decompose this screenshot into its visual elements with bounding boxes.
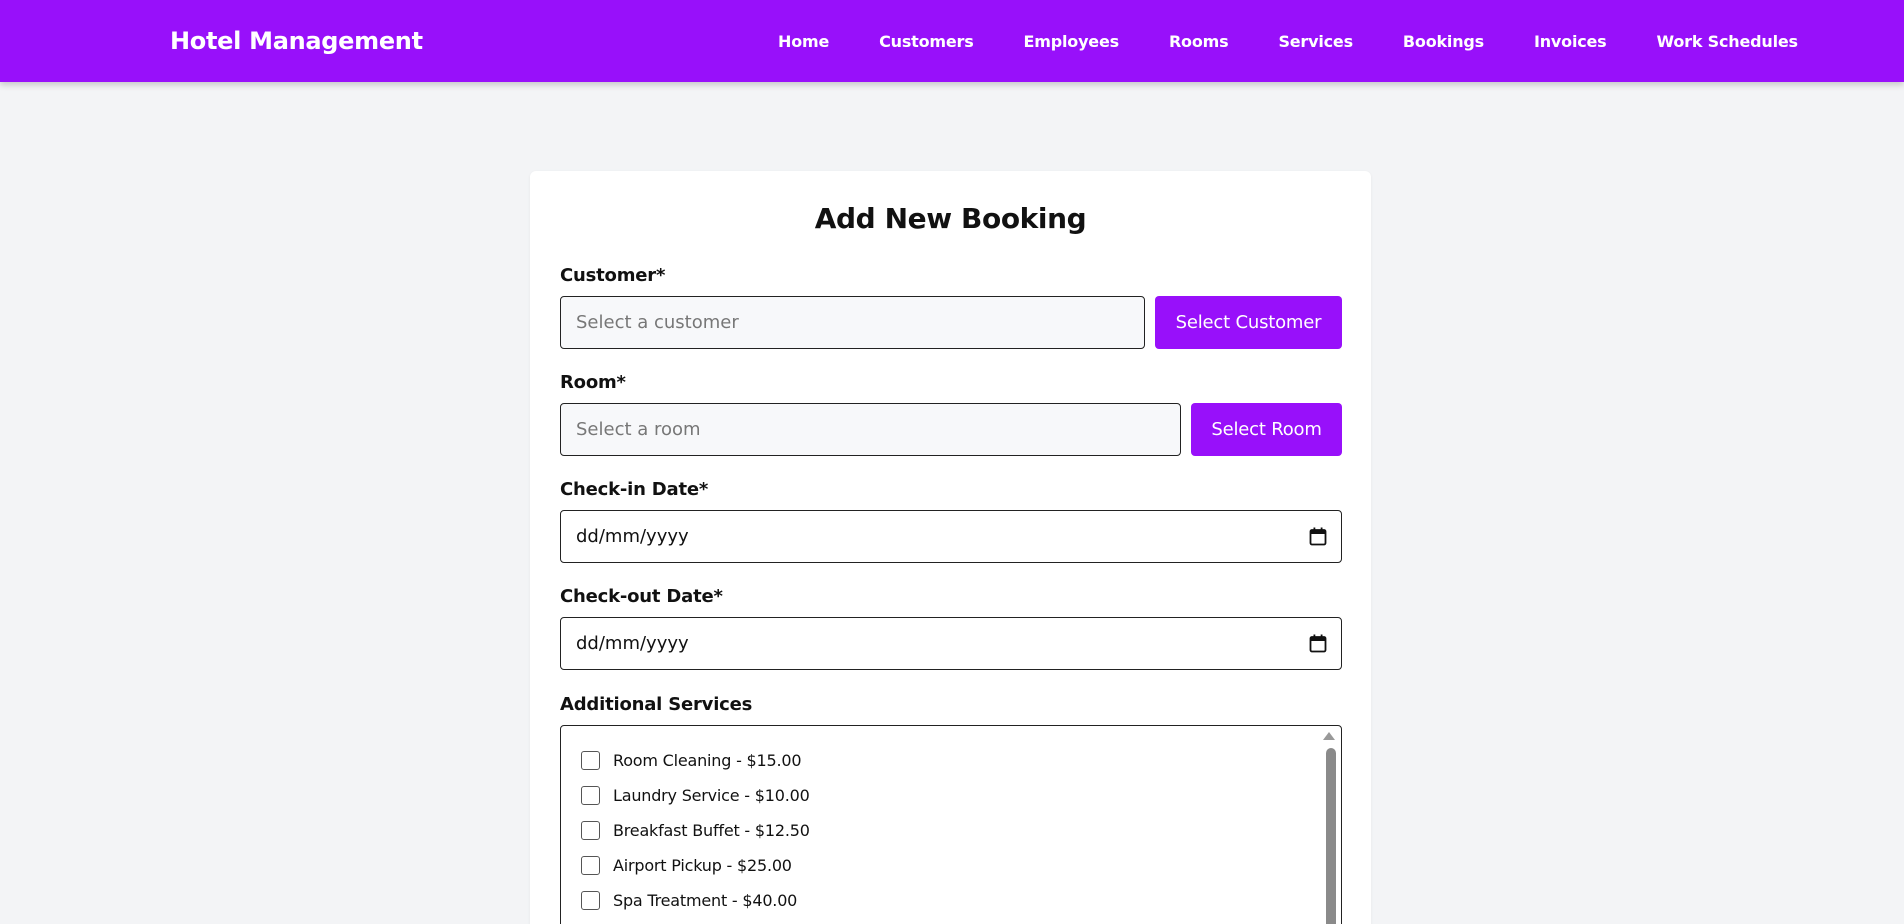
service-label[interactable]: Breakfast Buffet - $12.50	[613, 821, 810, 840]
customer-input[interactable]	[560, 296, 1145, 349]
customer-label: Customer*	[560, 265, 666, 286]
select-customer-button[interactable]: Select Customer	[1155, 296, 1342, 349]
nav-link-rooms[interactable]: Rooms	[1169, 32, 1229, 51]
nav-link-home[interactable]: Home	[778, 32, 829, 51]
calendar-icon[interactable]	[1309, 527, 1327, 546]
room-label: Room*	[560, 372, 626, 393]
nav-link-work-schedules[interactable]: Work Schedules	[1657, 32, 1799, 51]
service-checkbox[interactable]	[581, 785, 600, 805]
room-input[interactable]	[560, 403, 1181, 456]
additional-services-label: Additional Services	[560, 694, 753, 715]
nav-link-employees[interactable]: Employees	[1024, 32, 1120, 51]
services-list[interactable]: Room Cleaning - $15.00 Laundry Service -…	[560, 725, 1342, 924]
form-title: Add New Booking	[814, 202, 1087, 235]
service-label[interactable]: Laundry Service - $10.00	[613, 786, 810, 805]
service-item: Spa Treatment - $40.00	[581, 888, 797, 912]
nav-link-bookings[interactable]: Bookings	[1403, 32, 1484, 51]
service-checkbox[interactable]	[581, 890, 600, 910]
nav-links: Home Customers Employees Rooms Services …	[778, 32, 1848, 51]
service-item: Room Cleaning - $15.00	[581, 748, 802, 772]
service-label[interactable]: Room Cleaning - $15.00	[613, 751, 802, 770]
service-label[interactable]: Airport Pickup - $25.00	[613, 856, 792, 875]
checkin-label: Check-in Date*	[560, 479, 709, 500]
booking-form-card: Add New Booking Customer* Select Custome…	[530, 171, 1371, 924]
scroll-up-arrow-icon[interactable]	[1323, 732, 1335, 740]
top-navbar: Hotel Management Home Customers Employee…	[0, 0, 1904, 82]
service-checkbox[interactable]	[581, 750, 600, 770]
service-label[interactable]: Spa Treatment - $40.00	[613, 891, 797, 910]
select-room-button[interactable]: Select Room	[1191, 403, 1342, 456]
brand-title[interactable]: Hotel Management	[170, 27, 423, 55]
service-item: Airport Pickup - $25.00	[581, 853, 792, 877]
scrollbar-thumb[interactable]	[1326, 748, 1336, 924]
checkout-date-input[interactable]: dd/mm/yyyy	[560, 617, 1342, 670]
service-checkbox[interactable]	[581, 820, 600, 840]
checkout-date-value: dd/mm/yyyy	[576, 633, 689, 654]
service-checkbox[interactable]	[581, 855, 600, 875]
nav-link-services[interactable]: Services	[1278, 32, 1353, 51]
checkin-date-input[interactable]: dd/mm/yyyy	[560, 510, 1342, 563]
checkin-date-value: dd/mm/yyyy	[576, 526, 689, 547]
service-item: Breakfast Buffet - $12.50	[581, 818, 810, 842]
nav-link-customers[interactable]: Customers	[879, 32, 974, 51]
calendar-icon[interactable]	[1309, 634, 1327, 653]
nav-link-invoices[interactable]: Invoices	[1534, 32, 1607, 51]
checkout-label: Check-out Date*	[560, 586, 723, 607]
service-item: Laundry Service - $10.00	[581, 783, 810, 807]
